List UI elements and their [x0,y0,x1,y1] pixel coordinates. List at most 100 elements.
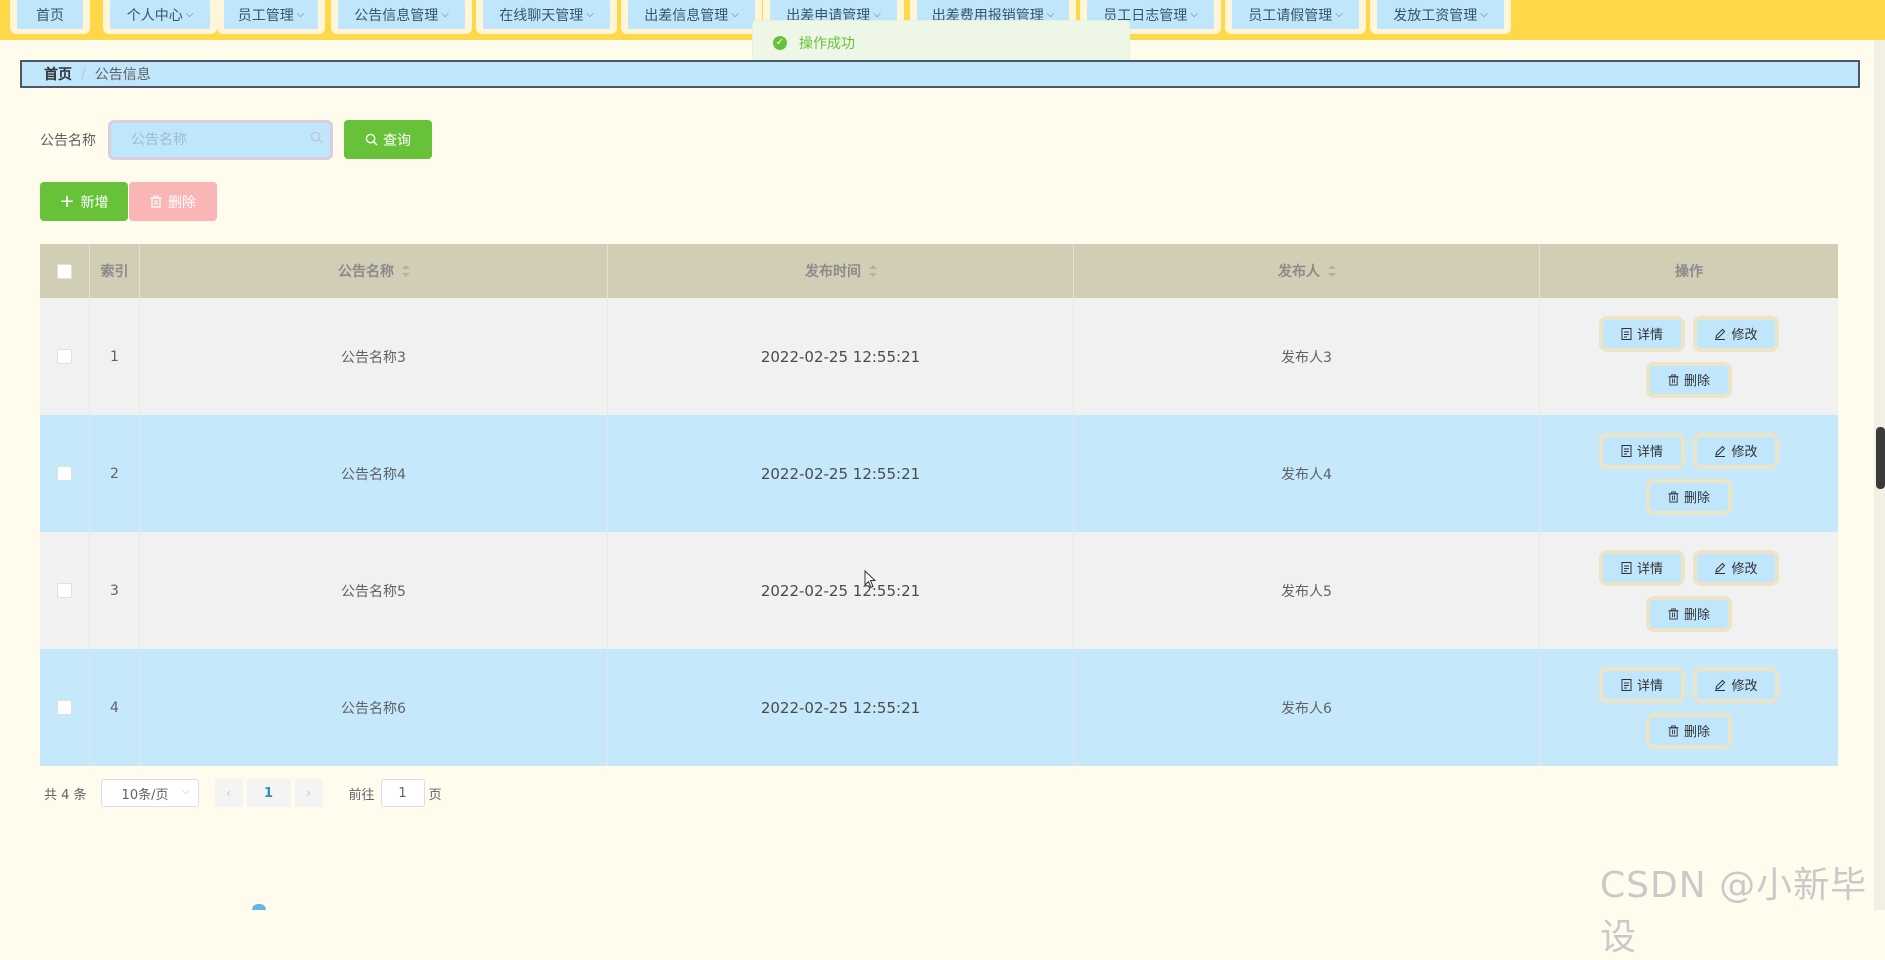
document-icon [1621,444,1632,457]
row-index: 1 [90,298,140,415]
batch-delete-button[interactable]: 删除 [129,182,217,221]
trash-icon [1668,725,1679,736]
trash-icon [150,195,162,208]
row-index: 3 [90,532,140,649]
page-number[interactable]: 1 [246,779,291,807]
row-publisher: 发布人5 [1074,532,1540,649]
row-ops: 详情 修改 删除 [1540,298,1838,415]
query-button[interactable]: 查询 [344,120,432,159]
chevron-down-icon: ⌵ [873,9,881,20]
row-publisher: 发布人6 [1074,649,1540,766]
row-checkbox[interactable] [57,700,72,715]
add-button[interactable]: + 新增 [40,182,128,221]
edit-label: 修改 [1731,445,1758,460]
header-publisher[interactable]: 发布人 [1074,244,1540,298]
row-checkbox[interactable] [57,466,72,481]
detail-button[interactable]: 详情 [1599,666,1685,703]
notice-table: 索引 公告名称 发布时间 发布人 操作 1 公告名称3 2022-02-25 1… [40,244,1838,766]
edit-button[interactable]: 修改 [1693,432,1779,469]
delete-button[interactable]: 删除 [1646,712,1732,749]
document-icon [1621,327,1632,340]
chevron-down-icon: ⌵ [296,9,305,20]
header-time-label: 发布时间 [805,264,861,280]
nav-item-salary[interactable]: 发放工资管理 ⌵ [1370,0,1511,34]
next-page-button[interactable]: › [294,779,323,807]
nav-item-label: 出差信息管理 [644,7,729,24]
row-time: 2022-02-25 12:55:21 [608,532,1074,649]
nav-item-chat[interactable]: 在线聊天管理 ⌵ [476,0,617,34]
header-time[interactable]: 发布时间 [608,244,1074,298]
header-index: 索引 [90,244,140,298]
row-time: 2022-02-25 12:55:21 [608,649,1074,766]
header-ops: 操作 [1540,244,1838,298]
watermark: CSDN @小新毕设 [1600,865,1868,958]
row-checkbox[interactable] [57,349,72,364]
pagination-total: 共 4 条 [44,787,87,803]
delete-button[interactable]: 删除 [1646,478,1732,515]
select-all-checkbox[interactable] [57,263,72,279]
nav-item-label: 员工请假管理 [1248,7,1333,24]
edit-button[interactable]: 修改 [1693,666,1779,703]
edit-icon [1715,328,1726,340]
header-index-label: 索引 [100,264,129,280]
chevron-down-icon: ⌵ [185,9,194,20]
trash-icon [1668,608,1679,619]
sort-icon[interactable] [1328,265,1336,277]
nav-item-notice[interactable]: 公告信息管理 ⌵ [331,0,472,34]
edit-icon [1715,679,1726,691]
row-ops: 详情 修改 删除 [1540,649,1838,766]
edit-button[interactable]: 修改 [1693,315,1779,352]
back-to-top-indicator[interactable] [252,904,266,910]
nav-item-trip-info[interactable]: 出差信息管理 ⌵ [621,0,762,34]
chevron-down-icon: ⌵ [731,9,739,20]
chevron-down-icon: ⌵ [1335,9,1343,20]
prev-page-button[interactable]: ‹ [214,779,243,807]
delete-label: 删除 [1683,725,1710,740]
delete-label: 删除 [1683,608,1710,623]
goto-page-input[interactable]: 1 [380,779,425,807]
search-input-wrapper [108,120,333,160]
row-name: 公告名称3 [140,298,608,415]
scrollbar-thumb[interactable] [1876,427,1885,489]
delete-label: 删除 [1683,374,1710,389]
row-ops: 详情 修改 删除 [1540,415,1838,532]
search-input[interactable] [111,123,330,157]
detail-button[interactable]: 详情 [1599,432,1685,469]
mouse-cursor-icon [864,570,877,589]
detail-button[interactable]: 详情 [1599,549,1685,586]
header-publisher-label: 发布人 [1278,264,1320,280]
header-name[interactable]: 公告名称 [140,244,608,298]
sort-icon[interactable] [869,265,877,277]
nav-item-leave[interactable]: 员工请假管理 ⌵ [1225,0,1366,34]
chevron-down-icon: ⌵ [181,786,190,797]
query-button-label: 查询 [383,132,411,149]
row-index: 2 [90,415,140,532]
nav-item-personal-center[interactable]: 个人中心 ⌵ [103,0,217,34]
breadcrumb-current: 公告信息 [94,67,151,83]
nav-item-employee[interactable]: 员工管理 ⌵ [217,0,325,34]
edit-icon [1715,562,1726,574]
delete-button[interactable]: 删除 [1646,595,1732,632]
detail-button[interactable]: 详情 [1599,315,1685,352]
chevron-down-icon: ⌵ [586,9,594,20]
page-size-select[interactable]: 10条/页 ⌵ [100,779,199,807]
sort-icon[interactable] [402,265,410,277]
edit-button[interactable]: 修改 [1693,549,1779,586]
row-time: 2022-02-25 12:55:21 [608,298,1074,415]
goto-label: 前往 [348,787,375,803]
nav-item-label: 员工管理 [237,7,294,24]
breadcrumb-home[interactable]: 首页 [44,64,72,84]
breadcrumb: 首页 / 公告信息 [20,60,1860,88]
batch-delete-label: 删除 [168,194,196,211]
table-row: 3 公告名称5 2022-02-25 12:55:21 发布人5 详情 修改 删… [40,532,1838,649]
chevron-left-icon: ‹ [226,786,231,800]
nav-item-home[interactable]: 首页 [10,0,90,34]
chevron-down-icon: ⌵ [1480,9,1488,20]
row-checkbox-cell [40,649,90,766]
delete-button[interactable]: 删除 [1646,361,1732,398]
row-publisher: 发布人3 [1074,298,1540,415]
delete-label: 删除 [1683,491,1710,506]
row-ops: 详情 修改 删除 [1540,532,1838,649]
row-checkbox[interactable] [57,583,72,598]
nav-item-label: 个人中心 [126,7,183,24]
